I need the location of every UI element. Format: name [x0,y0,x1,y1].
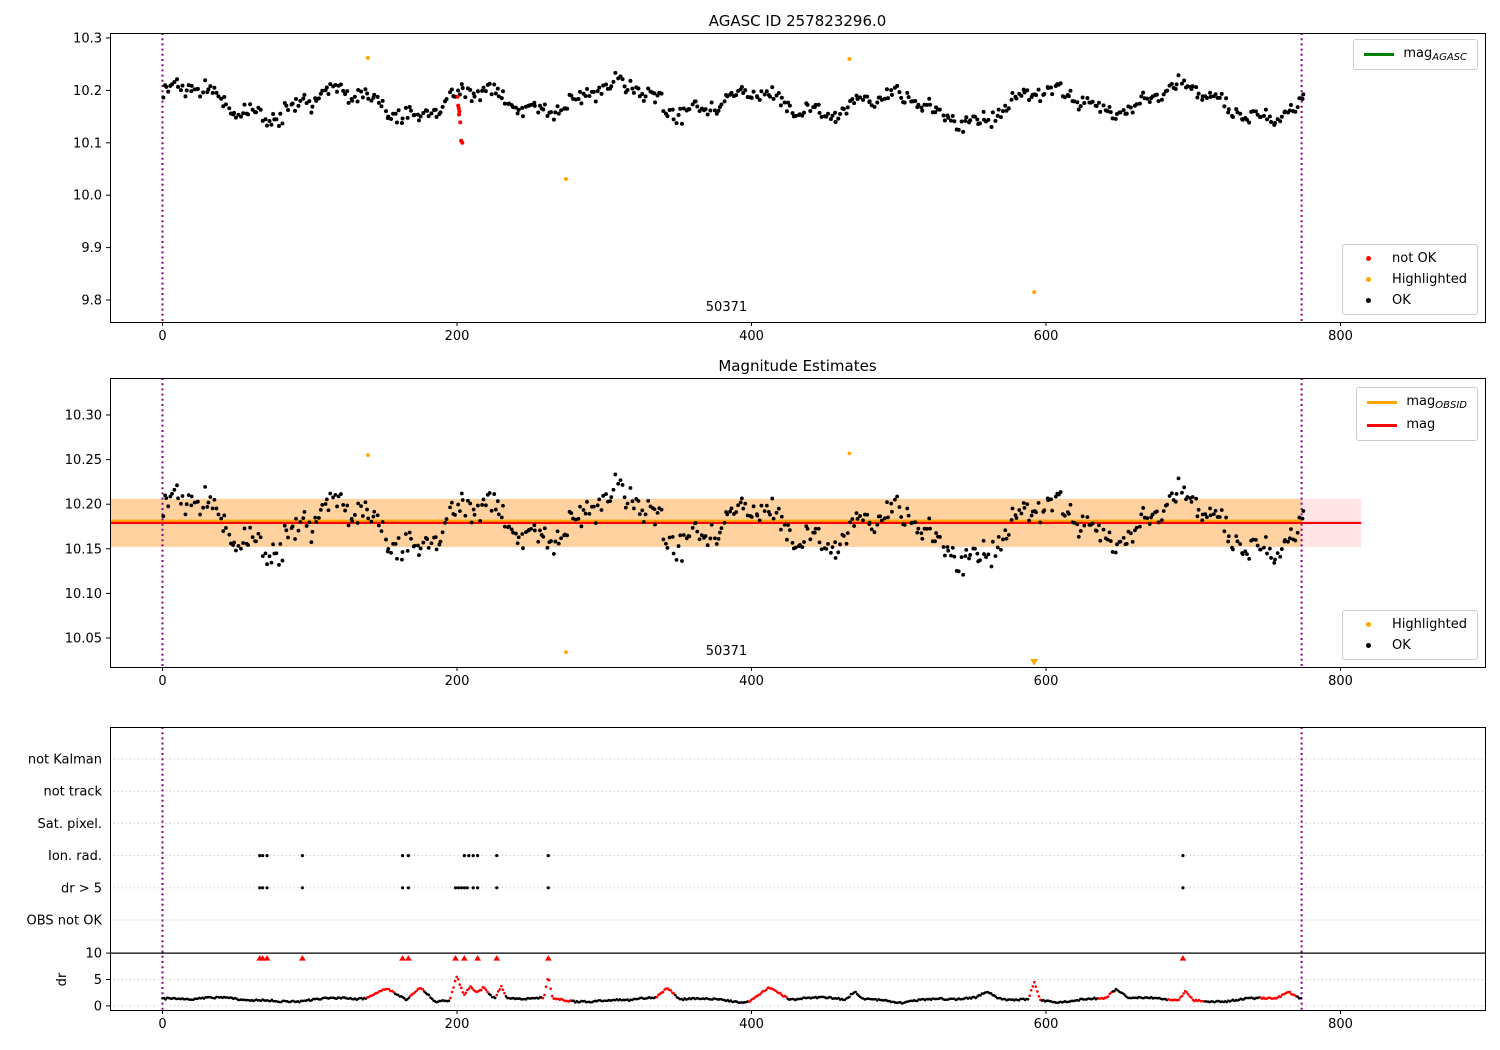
legend-mag-agasc: magAGASC [1353,39,1478,70]
legend-row: not OK [1353,251,1467,266]
legend-row: magAGASC [1364,46,1467,63]
svg-text:400: 400 [739,329,764,344]
svg-text:Ion. rad.: Ion. rad. [48,849,102,864]
top-ok-points [161,70,1306,134]
svg-text:10.0: 10.0 [73,189,102,204]
svg-text:600: 600 [1034,674,1059,689]
svg-text:0: 0 [158,674,166,689]
middle-plot-title: Magnitude Estimates [718,357,877,375]
legend-row: OK [1353,638,1467,653]
legend-label: OK [1392,293,1411,308]
flag-row-labels: not Kalman not track Sat. pixel. Ion. rad. d… [27,753,103,929]
legend-middle-points: Highlighted OK [1342,610,1478,660]
legend-row: Highlighted [1353,272,1467,287]
ok-dot-sample [1353,643,1383,648]
x-axis: 0 200 400 600 800 [158,322,1353,344]
legend-label: mag [1406,417,1436,432]
svg-text:Sat. pixel.: Sat. pixel. [38,817,102,832]
svg-text:800: 800 [1328,674,1353,689]
svg-text:200: 200 [445,1017,470,1032]
svg-text:200: 200 [445,329,470,344]
legend-label: Highlighted [1392,272,1467,287]
mag-line-sample [1367,424,1398,427]
agasc-line-sample [1364,53,1395,56]
top-highlighted-points [365,55,1037,295]
svg-text:10.15: 10.15 [65,542,102,557]
svg-text:600: 600 [1034,1017,1059,1032]
top-plot-title: AGASC ID 257823296.0 [708,12,887,30]
highlighted-dot-sample [1353,622,1383,627]
svg-text:9.8: 9.8 [81,294,102,309]
dr-axis: 10 5 0 dr [55,947,110,1014]
legend-row: magOBSID [1367,394,1467,411]
svg-text:not Kalman: not Kalman [28,753,102,768]
flag-gridlines [110,758,1485,1007]
legend-label: magOBSID [1406,394,1467,411]
svg-text:600: 600 [1034,329,1059,344]
legend-row: Highlighted [1353,617,1467,632]
svg-text:400: 400 [739,1017,764,1032]
dr-over-10-markers [256,955,1187,961]
y-axis: 10.3 10.2 10.1 10.0 9.9 9.8 [73,32,110,309]
svg-text:9.9: 9.9 [81,241,102,256]
svg-text:10.05: 10.05 [65,632,102,647]
obsid-annotation: 50371 [706,300,747,315]
obsid-line-sample [1367,401,1398,404]
svg-text:dr > 5: dr > 5 [61,881,102,896]
legend-row: OK [1353,293,1467,308]
svg-text:800: 800 [1328,329,1353,344]
svg-text:0: 0 [158,329,166,344]
legend-top-points: not OK Highlighted OK [1342,244,1478,315]
svg-text:800: 800 [1328,1017,1353,1032]
middle-highlighted-points [366,451,852,655]
highlighted-dot-sample [1353,277,1383,282]
top-not-ok-points [455,94,465,145]
not-ok-dot-sample [1353,256,1383,261]
flag-points [258,854,1185,890]
svg-text:10.1: 10.1 [73,136,102,151]
svg-text:200: 200 [445,674,470,689]
legend-label: Highlighted [1392,617,1467,632]
x-axis: 0 200 400 600 800 [158,667,1353,689]
svg-text:10: 10 [85,947,102,962]
legend-mag-lines: magOBSID mag [1356,387,1478,441]
svg-text:10.2: 10.2 [73,84,102,99]
svg-text:0: 0 [94,999,102,1014]
dr-ylabel: dr [55,972,70,986]
legend-label: OK [1392,638,1411,653]
svg-text:10.25: 10.25 [65,453,102,468]
svg-text:OBS not OK: OBS not OK [27,914,103,929]
middle-clipped-markers [1030,659,1039,666]
ok-dot-sample [1353,298,1383,303]
legend-row: mag [1367,417,1467,434]
svg-text:5: 5 [94,973,102,988]
y-axis: 10.30 10.25 10.20 10.15 10.10 10.05 [65,409,110,647]
x-axis: 0 200 400 600 800 [158,1010,1353,1032]
plots-canvas: 0 200 400 600 800 10.3 10.2 10.1 10.0 9.9 9.8 50371… [27,32,1486,1032]
svg-text:10.20: 10.20 [65,498,102,513]
legend-label: not OK [1392,251,1437,266]
figure: 0 200 400 600 800 10.3 10.2 10.1 10.0 9.9 9.8 50371… [0,0,1500,1050]
svg-text:10.3: 10.3 [73,32,102,47]
svg-text:10.30: 10.30 [65,409,102,424]
svg-text:400: 400 [739,674,764,689]
svg-text:0: 0 [158,1017,166,1032]
svg-text:10.10: 10.10 [65,587,102,602]
legend-label: magAGASC [1403,46,1467,63]
svg-text:not track: not track [43,785,102,800]
obsid-annotation: 50371 [706,644,747,659]
